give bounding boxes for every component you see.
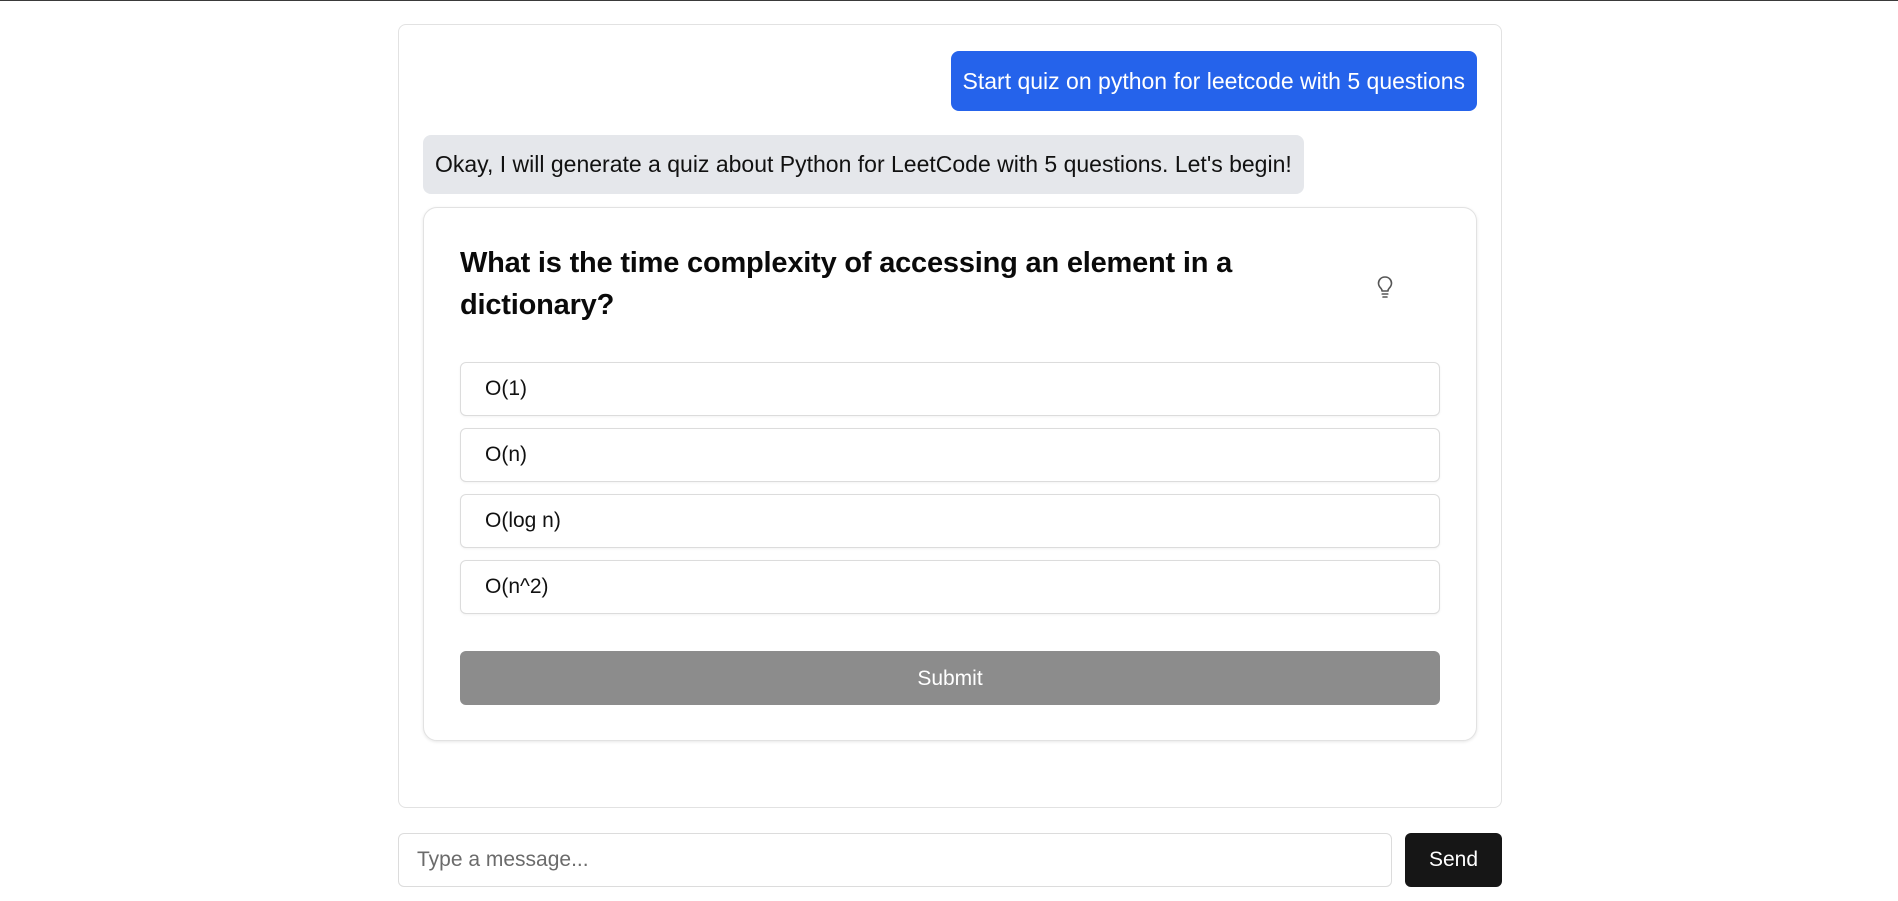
lightbulb-icon — [1377, 276, 1393, 298]
assistant-message-bubble: Okay, I will generate a quiz about Pytho… — [423, 135, 1304, 194]
user-message-bubble: Start quiz on python for leetcode with 5… — [950, 51, 1477, 111]
answer-option[interactable]: O(1) — [460, 362, 1440, 416]
quiz-question: What is the time complexity of accessing… — [460, 247, 1233, 321]
answer-options: O(1) O(n) O(log n) O(n^2) — [460, 362, 1440, 626]
answer-option[interactable]: O(log n) — [460, 494, 1440, 548]
message-input[interactable] — [398, 833, 1392, 887]
submit-button[interactable]: Submit — [460, 651, 1440, 705]
top-divider — [0, 0, 1898, 1]
send-button[interactable]: Send — [1405, 833, 1502, 887]
message-composer: Send — [398, 833, 1502, 887]
answer-option[interactable]: O(n) — [460, 428, 1440, 482]
answer-option[interactable]: O(n^2) — [460, 560, 1440, 614]
user-message-text: Start quiz on python for leetcode with 5… — [962, 68, 1465, 94]
hint-button[interactable] — [1368, 270, 1402, 304]
chat-panel: Start quiz on python for leetcode with 5… — [398, 24, 1502, 808]
assistant-message-text: Okay, I will generate a quiz about Pytho… — [435, 151, 1292, 177]
quiz-card: What is the time complexity of accessing… — [423, 207, 1477, 741]
